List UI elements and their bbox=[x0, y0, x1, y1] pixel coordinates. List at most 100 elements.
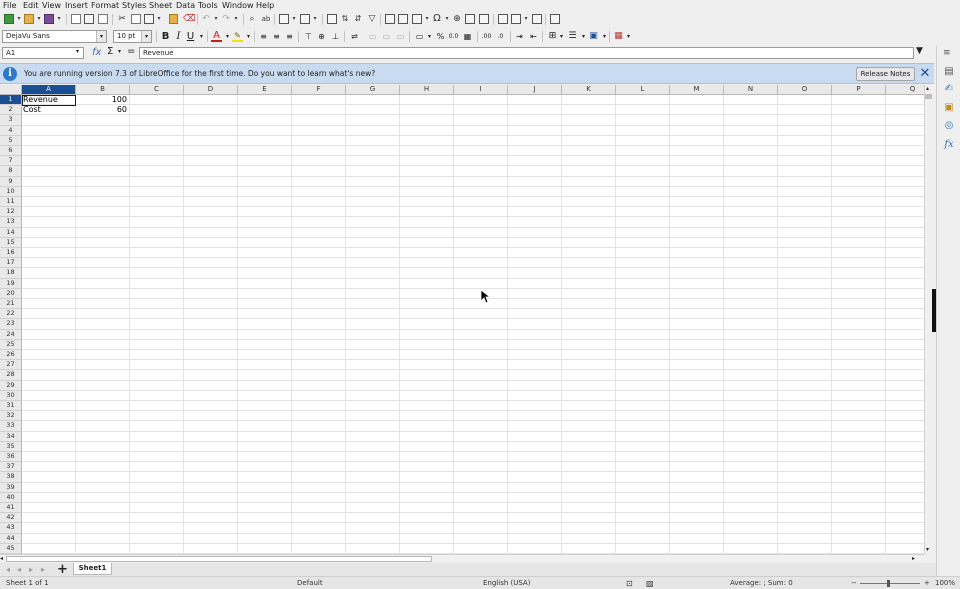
save-dropdown-icon[interactable]: ▾ bbox=[54, 14, 64, 24]
row-header-4[interactable]: 4 bbox=[0, 125, 22, 136]
pivot-table-icon[interactable] bbox=[412, 14, 422, 24]
menu-data[interactable]: Data bbox=[176, 1, 195, 10]
row-header-10[interactable]: 10 bbox=[0, 186, 22, 197]
menu-help[interactable]: Help bbox=[256, 1, 274, 10]
zoom-level[interactable]: 100% bbox=[935, 579, 955, 588]
row-header-43[interactable]: 43 bbox=[0, 523, 22, 534]
font-name-dropdown-icon[interactable]: ▾ bbox=[96, 31, 106, 42]
horizontal-scroll-thumb[interactable] bbox=[6, 556, 432, 562]
row-header-6[interactable]: 6 bbox=[0, 146, 22, 157]
menu-edit[interactable]: Edit bbox=[23, 1, 39, 10]
function-wizard-icon[interactable]: fx bbox=[92, 47, 101, 58]
column-header-l[interactable]: L bbox=[616, 85, 670, 95]
column-header-j[interactable]: J bbox=[508, 85, 562, 95]
zoom-slider-knob[interactable] bbox=[887, 580, 890, 587]
name-box-dropdown-icon[interactable]: ▾ bbox=[76, 48, 79, 55]
selection-mode-icon[interactable]: ⊡ bbox=[626, 579, 633, 588]
row-header-23[interactable]: 23 bbox=[0, 319, 22, 330]
row-header-25[interactable]: 25 bbox=[0, 339, 22, 350]
align-center-icon[interactable]: ≡ bbox=[271, 30, 282, 43]
redo-dropdown-icon[interactable]: ▾ bbox=[231, 14, 241, 24]
column-header-b[interactable]: B bbox=[76, 85, 130, 95]
borders-dropdown-icon[interactable]: ▾ bbox=[556, 30, 567, 43]
row-header-12[interactable]: 12 bbox=[0, 207, 22, 218]
currency-dropdown-icon[interactable]: ▾ bbox=[424, 30, 435, 43]
row-header-44[interactable]: 44 bbox=[0, 533, 22, 544]
scroll-right-icon[interactable]: ▸ bbox=[912, 555, 915, 563]
border-color-icon[interactable]: ▣ bbox=[588, 30, 599, 43]
merge-center-icon[interactable]: ▭ bbox=[367, 30, 378, 43]
number-format-button[interactable]: 0.0 bbox=[448, 30, 459, 43]
align-middle-icon[interactable]: ⊕ bbox=[316, 30, 327, 43]
sort-icon[interactable] bbox=[327, 14, 337, 24]
font-color-button[interactable]: A bbox=[211, 30, 222, 42]
row-header-18[interactable]: 18 bbox=[0, 268, 22, 279]
row-header-22[interactable]: 22 bbox=[0, 309, 22, 320]
column-header-h[interactable]: H bbox=[400, 85, 454, 95]
open-icon[interactable] bbox=[24, 14, 34, 24]
menu-file[interactable]: File bbox=[3, 1, 16, 10]
column-header-p[interactable]: P bbox=[832, 85, 886, 95]
freeze-dropdown-icon[interactable]: ▾ bbox=[521, 14, 531, 24]
save-icon[interactable] bbox=[44, 14, 54, 24]
row-header-3[interactable]: 3 bbox=[0, 115, 22, 126]
font-size-box[interactable]: 10 pt ▾ bbox=[113, 30, 152, 43]
pivot-dropdown-icon[interactable]: ▾ bbox=[422, 14, 432, 24]
column-header-e[interactable]: E bbox=[238, 85, 292, 95]
properties-icon[interactable]: ▤ bbox=[943, 66, 955, 78]
font-size-dropdown-icon[interactable]: ▾ bbox=[141, 31, 151, 42]
zoom-slider[interactable] bbox=[860, 583, 920, 584]
show-draw-functions-icon[interactable] bbox=[550, 14, 560, 24]
align-top-icon[interactable]: ⊤ bbox=[303, 30, 314, 43]
clone-formatting-icon[interactable] bbox=[169, 14, 178, 24]
find-replace-icon[interactable]: ⌕ bbox=[247, 14, 257, 24]
unmerge-cells-icon[interactable]: ▭ bbox=[395, 30, 406, 43]
column-header-g[interactable]: G bbox=[346, 85, 400, 95]
autofilter-icon[interactable]: ▽ bbox=[367, 14, 377, 24]
row-header-24[interactable]: 24 bbox=[0, 329, 22, 340]
special-character-icon[interactable]: Ω bbox=[432, 14, 442, 24]
row-header-36[interactable]: 36 bbox=[0, 452, 22, 463]
row-header-27[interactable]: 27 bbox=[0, 360, 22, 371]
merge-cells-icon[interactable]: ▭ bbox=[381, 30, 392, 43]
row-header-2[interactable]: 2 bbox=[0, 105, 22, 116]
page-style[interactable]: Default bbox=[297, 579, 323, 588]
date-format-icon[interactable]: ▦ bbox=[462, 30, 473, 43]
menu-window[interactable]: Window bbox=[222, 1, 254, 10]
close-infobar-icon[interactable]: ✕ bbox=[918, 66, 932, 82]
spreadsheet-grid[interactable]: A B C D E F G H I J K L M N O P Q 1 2 3 4 5 6 7 8 9 10 11 12 13 14 15 16… bbox=[0, 85, 924, 554]
freeze-rows-icon[interactable] bbox=[511, 14, 521, 24]
hyperlink-icon[interactable]: ⊕ bbox=[452, 14, 462, 24]
status-summary[interactable]: Average: ; Sum: 0 bbox=[730, 579, 793, 588]
last-sheet-icon[interactable]: ▸ bbox=[41, 564, 45, 575]
add-decimal-icon[interactable]: .00 bbox=[481, 30, 492, 43]
row-header-39[interactable]: 39 bbox=[0, 482, 22, 493]
border-style-icon[interactable]: ☰ bbox=[567, 30, 578, 43]
redo-icon[interactable]: ↷ bbox=[221, 14, 231, 24]
highlight-color-button[interactable]: ✎ bbox=[232, 30, 243, 42]
row-header-41[interactable]: 41 bbox=[0, 503, 22, 514]
cell-a2[interactable]: Cost bbox=[23, 105, 41, 115]
navigator-icon[interactable]: ◎ bbox=[943, 120, 955, 132]
paste-dropdown-icon[interactable]: ▾ bbox=[154, 14, 164, 24]
row-header-20[interactable]: 20 bbox=[0, 288, 22, 299]
sort-ascending-icon[interactable]: ⇅ bbox=[340, 14, 350, 24]
column-dropdown-icon[interactable]: ▾ bbox=[310, 14, 320, 24]
column-header-o[interactable]: O bbox=[778, 85, 832, 95]
styles-icon[interactable]: ✍ bbox=[943, 83, 955, 95]
sidebar-menu-icon[interactable]: ≡ bbox=[943, 48, 951, 58]
clear-formatting-icon[interactable]: ⌫ bbox=[183, 14, 196, 24]
underline-dropdown-icon[interactable]: ▾ bbox=[196, 30, 207, 43]
column-header-a[interactable]: A bbox=[22, 85, 76, 95]
font-name-box[interactable]: DejaVu Sans ▾ bbox=[2, 30, 107, 43]
release-notes-button[interactable]: Release Notes bbox=[856, 67, 915, 81]
row-header-40[interactable]: 40 bbox=[0, 492, 22, 503]
row-header-5[interactable]: 5 bbox=[0, 135, 22, 146]
row-header-38[interactable]: 38 bbox=[0, 472, 22, 483]
formula-icon[interactable]: = bbox=[127, 46, 135, 57]
row-header-45[interactable]: 45 bbox=[0, 543, 22, 554]
row-header-19[interactable]: 19 bbox=[0, 278, 22, 289]
highlight-dropdown-icon[interactable]: ▾ bbox=[243, 30, 254, 43]
name-box[interactable]: A1 bbox=[2, 47, 84, 59]
first-sheet-icon[interactable]: ◂ bbox=[6, 564, 10, 575]
